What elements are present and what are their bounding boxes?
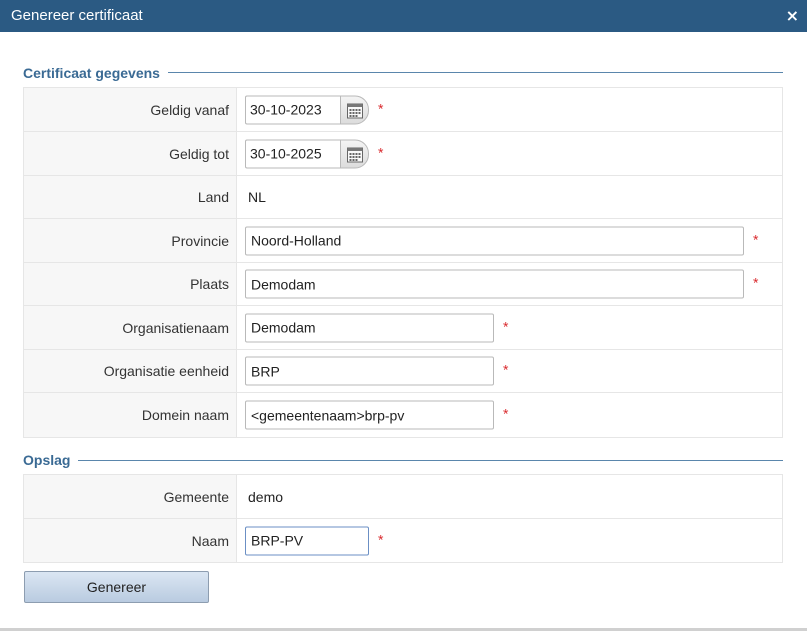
row-organisatie-eenheid: Organisatie eenheid *	[24, 350, 782, 393]
row-domein-naam: Domein naam *	[24, 393, 782, 437]
organisatie-eenheid-input[interactable]	[245, 356, 494, 386]
row-geldig-vanaf: Geldig vanaf *	[24, 88, 782, 132]
required-marker: *	[753, 231, 759, 248]
dialog-title: Genereer certificaat	[11, 7, 143, 24]
fieldset-line-opslag	[23, 460, 783, 461]
genereer-button[interactable]: Genereer	[24, 571, 209, 603]
naam-input[interactable]	[245, 526, 369, 555]
required-marker: *	[378, 531, 384, 548]
required-marker: *	[503, 405, 509, 422]
geldig-vanaf-input[interactable]	[245, 95, 341, 124]
row-organisatienaam: Organisatienaam *	[24, 306, 782, 350]
label-geldig-vanaf: Geldig vanaf	[150, 101, 229, 118]
domein-naam-input[interactable]	[245, 400, 494, 430]
row-gemeente: Gemeente demo	[24, 475, 782, 519]
dialog-titlebar: Genereer certificaat ×	[0, 0, 807, 32]
label-provincie: Provincie	[171, 232, 229, 249]
close-icon[interactable]: ×	[786, 6, 799, 26]
calendar-button-geldig-vanaf[interactable]	[340, 95, 369, 124]
row-geldig-tot: Geldig tot *	[24, 132, 782, 176]
label-domein-naam: Domein naam	[141, 407, 229, 423]
required-marker: *	[503, 361, 509, 378]
geldig-tot-input[interactable]	[245, 139, 341, 168]
row-naam: Naam *	[24, 519, 782, 562]
label-organisatie-eenheid: Organisatie eenheid	[103, 363, 229, 379]
row-provincie: Provincie *	[24, 219, 782, 263]
label-gemeente: Gemeente	[163, 488, 229, 505]
gemeente-value: demo	[248, 488, 284, 505]
row-land: Land NL	[24, 176, 782, 219]
date-picker-geldig-vanaf	[245, 95, 369, 124]
certificaat-form: Geldig vanaf *	[23, 87, 783, 438]
fieldset-legend-certificaat: Certificaat gegevens	[23, 65, 168, 81]
row-plaats: Plaats *	[24, 263, 782, 306]
label-naam: Naam	[191, 532, 229, 549]
required-marker: *	[378, 144, 384, 161]
fieldset-legend-opslag: Opslag	[23, 452, 79, 468]
required-marker: *	[753, 274, 759, 291]
plaats-input[interactable]	[245, 269, 744, 299]
organisatienaam-input[interactable]	[245, 313, 494, 342]
calendar-icon	[347, 147, 363, 162]
calendar-icon	[347, 103, 363, 118]
date-picker-geldig-tot	[245, 139, 369, 168]
required-marker: *	[378, 100, 384, 117]
label-geldig-tot: Geldig tot	[169, 145, 229, 162]
label-organisatienaam: Organisatienaam	[122, 319, 229, 336]
label-land: Land	[197, 189, 229, 205]
opslag-form: Gemeente demo Naam *	[23, 474, 783, 563]
label-plaats: Plaats	[190, 276, 229, 292]
land-value: NL	[248, 189, 266, 205]
provincie-input[interactable]	[245, 226, 744, 255]
required-marker: *	[503, 318, 509, 335]
calendar-button-geldig-tot[interactable]	[340, 139, 369, 168]
